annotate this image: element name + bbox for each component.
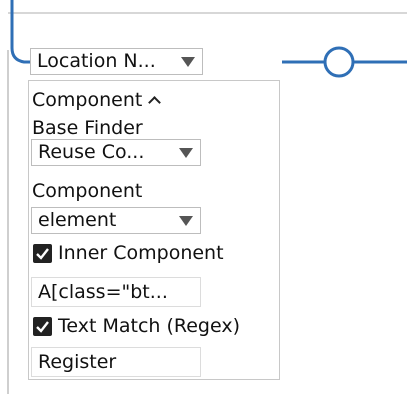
location-select-value: Location N...: [37, 50, 156, 72]
inner-component-checkbox[interactable]: [33, 243, 52, 263]
component-panel-title: Component: [32, 89, 143, 111]
workflow-canvas: Location N... Component Base Finder Reus…: [0, 0, 407, 394]
component-panel: Component Base Finder Reuse Co... Compon…: [28, 80, 280, 380]
circle-node-icon[interactable]: [323, 46, 355, 78]
inner-component-checkbox-row[interactable]: Inner Component: [33, 242, 224, 264]
text-match-input-value: Register: [38, 351, 117, 373]
chevron-down-icon: [178, 208, 194, 233]
selector-input[interactable]: A[class="bt...: [31, 277, 201, 307]
base-finder-select[interactable]: Reuse Co...: [31, 139, 201, 166]
inner-component-label: Inner Component: [58, 242, 224, 264]
chevron-down-icon: [180, 49, 196, 74]
text-match-checkbox[interactable]: [33, 316, 52, 336]
base-finder-label: Base Finder: [32, 117, 143, 139]
checkmark-icon: [36, 247, 49, 260]
text-match-label: Text Match (Regex): [58, 315, 241, 337]
text-match-checkbox-row[interactable]: Text Match (Regex): [33, 315, 240, 337]
chevron-down-icon: [178, 140, 194, 165]
text-match-input[interactable]: Register: [31, 347, 201, 377]
component-panel-header[interactable]: Component: [32, 89, 162, 111]
selector-input-value: A[class="bt...: [38, 281, 168, 303]
component-label: Component: [32, 180, 143, 202]
connector-line-left: [10, 0, 30, 64]
component-select-value: element: [38, 209, 117, 231]
checkmark-icon: [36, 320, 49, 333]
base-finder-select-value: Reuse Co...: [38, 141, 145, 163]
location-select[interactable]: Location N...: [30, 48, 203, 75]
chevron-up-icon[interactable]: [148, 96, 162, 109]
component-select[interactable]: element: [31, 207, 201, 234]
